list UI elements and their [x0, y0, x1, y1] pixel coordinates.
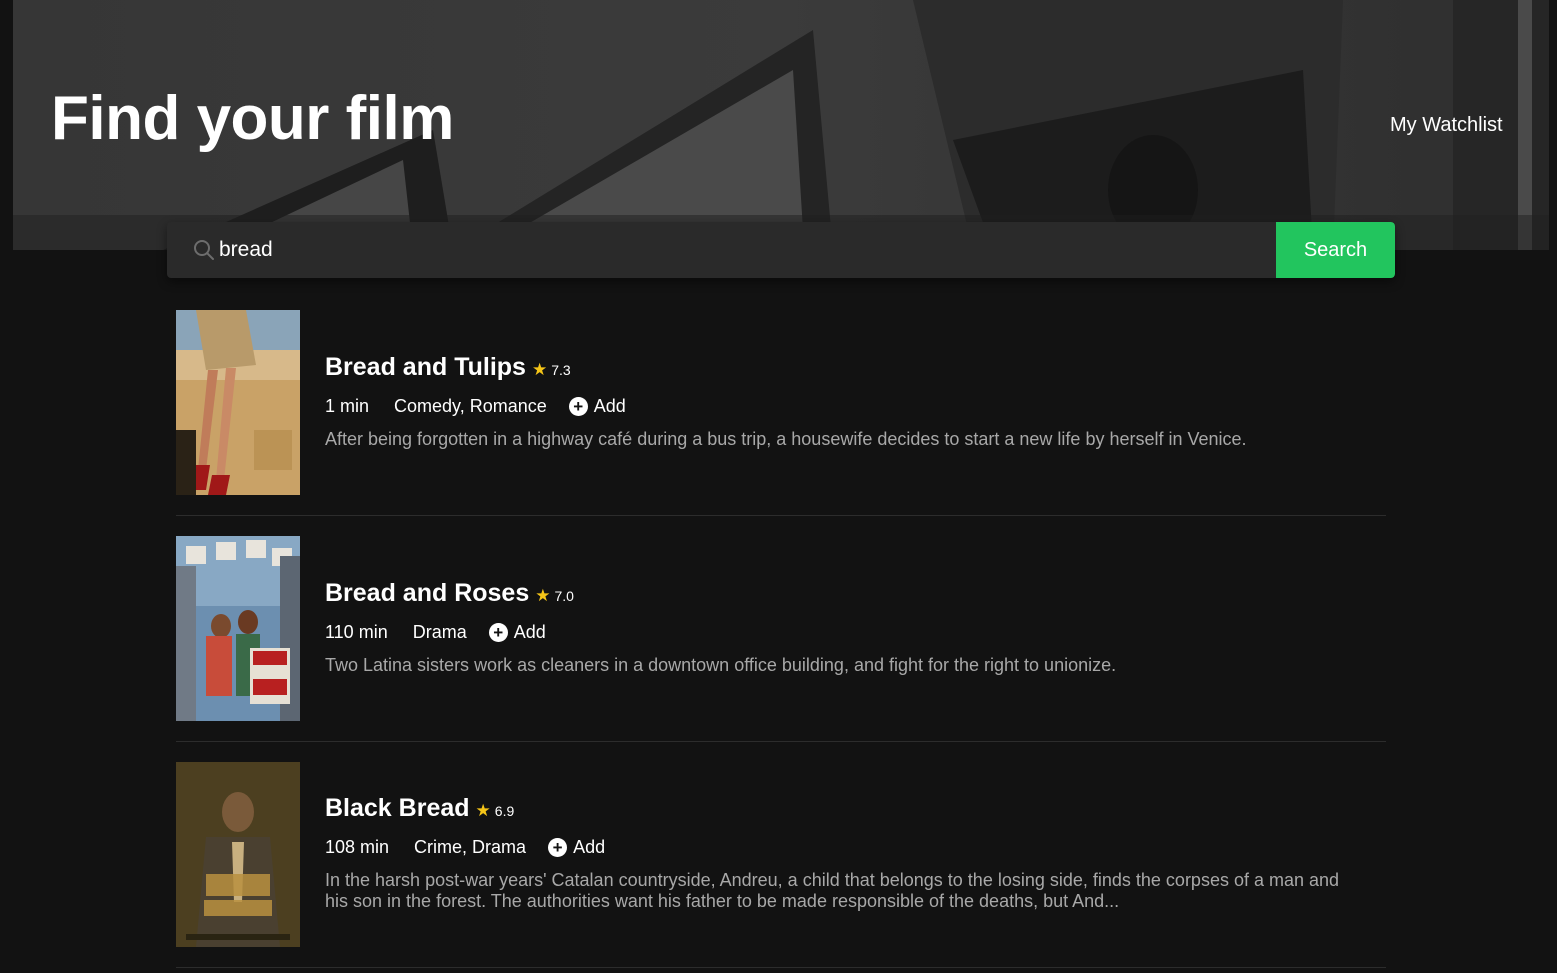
meta-row: 108 min Crime, Drama + Add [325, 837, 1366, 858]
page: Find your film My Watchlist Search [0, 0, 1557, 973]
plot: Two Latina sisters work as cleaners in a… [325, 655, 1117, 675]
plus-circle-icon: + [548, 838, 568, 857]
plus-circle-icon: + [488, 623, 508, 642]
genres: Crime, Drama [414, 837, 527, 857]
movie-poster[interactable] [176, 310, 300, 495]
title-row: Bread and Tulips ★ 7.3 [325, 353, 1366, 382]
result-info: Bread and Roses ★ 7.0 110 min Drama + Ad… [325, 579, 1366, 676]
title-row: Black Bread ★ 6.9 [325, 794, 1366, 823]
star-icon: ★ [535, 586, 551, 605]
plot: After being forgotten in a highway café … [325, 429, 1247, 449]
star-icon: ★ [475, 801, 491, 820]
movie-title[interactable]: Black Bread [325, 794, 470, 823]
movie-poster[interactable] [176, 762, 300, 947]
search-input[interactable] [219, 222, 1276, 278]
add-label: Add [593, 396, 626, 416]
title-row: Bread and Roses ★ 7.0 [325, 579, 1366, 608]
genres: Drama [412, 622, 467, 642]
result-info: Bread and Tulips ★ 7.3 1 min Comedy, Rom… [325, 353, 1366, 450]
rating: ★ 6.9 [476, 802, 515, 819]
meta-row: 110 min Drama + Add [325, 622, 1366, 643]
plus-circle-icon: + [568, 397, 588, 416]
rating-value: 7.3 [551, 361, 571, 378]
page-title: Find your film [51, 84, 454, 153]
rating: ★ 7.3 [532, 361, 571, 378]
plot: In the harsh post-war years' Catalan cou… [325, 870, 1340, 911]
movie-poster[interactable] [176, 536, 300, 721]
runtime: 1 min [325, 396, 370, 416]
search-icon [167, 222, 217, 278]
add-label: Add [513, 622, 546, 642]
rating: ★ 7.0 [535, 587, 574, 604]
movie-title[interactable]: Bread and Roses [325, 579, 529, 608]
runtime: 110 min [325, 622, 388, 642]
rating-value: 6.9 [494, 802, 515, 819]
genres: Comedy, Romance [394, 396, 547, 416]
results-list: Bread and Tulips ★ 7.3 1 min Comedy, Rom… [176, 310, 1386, 973]
add-to-watchlist-button[interactable]: + Add [568, 396, 626, 417]
search-bar: Search [167, 222, 1395, 278]
star-icon: ★ [531, 360, 548, 379]
add-to-watchlist-button[interactable]: + Add [548, 837, 605, 858]
add-label: Add [573, 837, 606, 857]
result-info: Black Bread ★ 6.9 108 min Crime, Drama +… [325, 794, 1366, 912]
result-item: Bread and Tulips ★ 7.3 1 min Comedy, Rom… [176, 310, 1386, 516]
runtime: 108 min [325, 837, 390, 857]
result-item: Black Bread ★ 6.9 108 min Crime, Drama +… [176, 762, 1386, 968]
result-item: Bread and Roses ★ 7.0 110 min Drama + Ad… [176, 536, 1386, 742]
movie-title[interactable]: Bread and Tulips [325, 353, 526, 382]
hero-banner: Find your film My Watchlist [13, 0, 1549, 250]
meta-row: 1 min Comedy, Romance + Add [325, 396, 1366, 417]
my-watchlist-link[interactable]: My Watchlist [1390, 113, 1503, 137]
add-to-watchlist-button[interactable]: + Add [488, 622, 546, 643]
rating-value: 7.0 [554, 587, 574, 604]
search-button[interactable]: Search [1276, 222, 1395, 278]
